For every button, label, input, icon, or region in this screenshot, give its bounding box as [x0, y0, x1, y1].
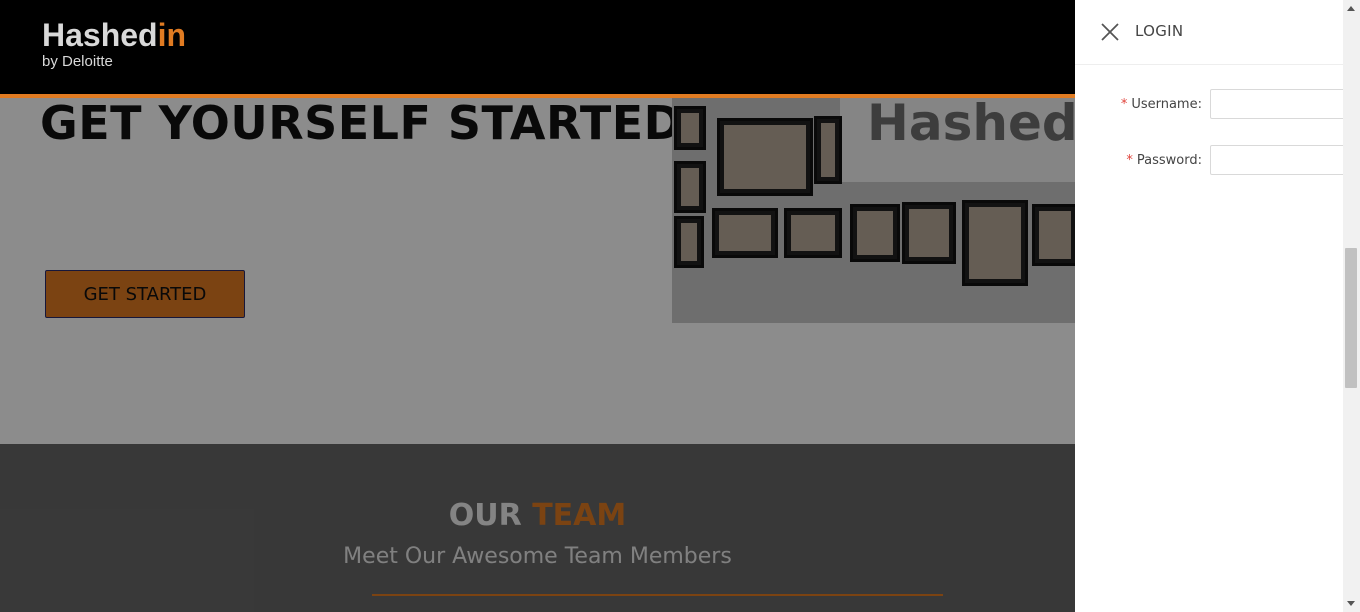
logo-wordmark: Hashedin: [42, 18, 186, 52]
scroll-up-icon[interactable]: [1347, 6, 1355, 11]
drawer-title: LOGIN: [1135, 22, 1184, 40]
vertical-scrollbar[interactable]: [1343, 0, 1360, 612]
password-label: * Password:: [1126, 153, 1202, 168]
logo-tagline: by Deloitte: [42, 53, 113, 70]
password-row: * Password:: [1075, 145, 1350, 179]
login-drawer: LOGIN * Username: * Password:: [1075, 0, 1350, 612]
password-input[interactable]: [1210, 145, 1350, 175]
required-mark: *: [1126, 153, 1133, 168]
username-label-text: Username: [1131, 97, 1198, 112]
drawer-header: LOGIN: [1075, 0, 1343, 65]
header-accent-bar: [0, 94, 1075, 98]
username-label: * Username:: [1121, 97, 1202, 112]
logo-main-text: Hashed: [42, 17, 158, 53]
password-label-text: Password: [1136, 153, 1198, 168]
required-mark: *: [1120, 97, 1128, 112]
scroll-down-icon[interactable]: [1347, 601, 1355, 606]
logo-accent-text: in: [157, 17, 187, 53]
close-icon[interactable]: [1100, 22, 1120, 42]
username-input[interactable]: [1210, 89, 1350, 119]
label-separator: :: [1197, 97, 1202, 112]
background-page: GET YOURSELF STARTED ... GET STARTED Has…: [0, 0, 1075, 612]
username-row: * Username:: [1075, 89, 1350, 123]
label-separator: :: [1197, 153, 1202, 168]
hashedin-logo[interactable]: Hashedin by Deloitte: [42, 18, 186, 70]
site-header: Hashedin by Deloitte: [0, 0, 1075, 94]
scroll-thumb[interactable]: [1345, 248, 1357, 388]
